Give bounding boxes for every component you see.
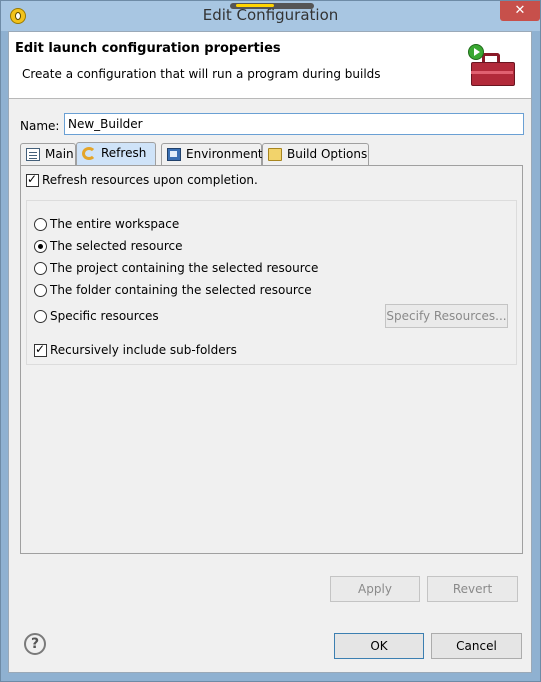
radio-folder-of-selected-label: The folder containing the selected resou…: [50, 283, 312, 297]
refresh-icon: [82, 147, 96, 160]
revert-button[interactable]: Revert: [427, 576, 518, 602]
tab-refresh-label: Refresh: [101, 146, 147, 160]
close-button[interactable]: ✕: [500, 1, 540, 21]
tab-environment-label: Environment: [186, 147, 263, 161]
ok-button[interactable]: OK: [334, 633, 424, 659]
environment-icon: [167, 148, 181, 161]
dialog-client-area: Edit launch configuration properties Cre…: [8, 31, 532, 673]
radio-folder-of-selected[interactable]: [34, 284, 47, 297]
banner-title: Edit launch configuration properties: [15, 41, 281, 56]
window-title: Edit Configuration: [202, 6, 339, 24]
toolbox-run-icon: [468, 44, 516, 88]
edit-configuration-window: Edit Configuration ✕ Edit launch configu…: [0, 0, 541, 682]
radio-selected-resource[interactable]: [34, 240, 47, 253]
cancel-button[interactable]: Cancel: [431, 633, 522, 659]
radio-project-of-selected[interactable]: [34, 262, 47, 275]
radio-entire-workspace-label: The entire workspace: [50, 217, 180, 231]
tab-main-label: Main: [45, 147, 74, 161]
radio-project-of-selected-label: The project containing the selected reso…: [50, 261, 319, 275]
build-options-icon: [268, 148, 282, 161]
tab-environment[interactable]: Environment: [161, 143, 263, 165]
help-icon[interactable]: ?: [24, 633, 46, 655]
banner-message: Create a configuration that will run a p…: [22, 67, 381, 81]
radio-entire-workspace[interactable]: [34, 218, 47, 231]
radio-selected-resource-label: The selected resource: [50, 239, 183, 253]
run-icon: [468, 44, 484, 60]
radio-specific-resources[interactable]: [34, 310, 47, 323]
radio-specific-resources-label: Specific resources: [50, 309, 159, 323]
tab-build-options[interactable]: Build Options: [262, 143, 369, 165]
main-tab-icon: [26, 148, 40, 161]
dialog-banner: Edit launch configuration properties Cre…: [9, 32, 531, 99]
tab-refresh[interactable]: Refresh: [76, 142, 156, 166]
recursive-subfolders-label: Recursively include sub-folders: [50, 343, 237, 357]
refresh-on-completion-checkbox[interactable]: [26, 172, 39, 187]
name-input[interactable]: [64, 113, 524, 135]
tab-main[interactable]: Main: [20, 143, 76, 165]
tab-build-options-label: Build Options: [287, 147, 368, 161]
title-bar[interactable]: Edit Configuration ✕: [1, 1, 540, 31]
specify-resources-button[interactable]: Specify Resources...: [385, 304, 508, 328]
refresh-on-completion-label: Refresh resources upon completion.: [42, 173, 258, 187]
apply-button[interactable]: Apply: [330, 576, 420, 602]
recursive-subfolders-checkbox[interactable]: [34, 342, 47, 357]
name-label: Name:: [20, 119, 60, 133]
